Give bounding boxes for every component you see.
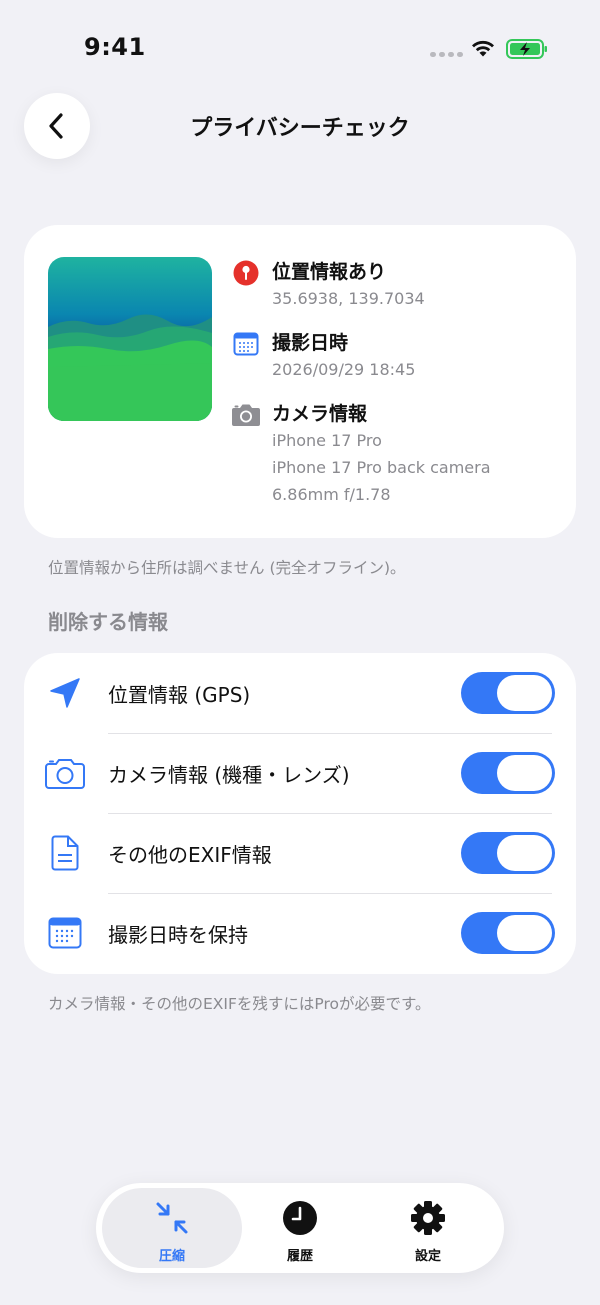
tab-label-compress: 圧縮 [158, 1249, 185, 1264]
clock-icon [282, 1200, 318, 1236]
camera-lens: iPhone 17 Pro back camera [272, 458, 491, 477]
calendar-icon [231, 330, 261, 358]
toggle-label-keep-datetime: 撮影日時を保持 [108, 923, 248, 947]
wifi-icon [472, 40, 494, 57]
cellular-signal-icon [430, 52, 463, 57]
gps-toggle[interactable] [461, 672, 555, 714]
compress-icon [154, 1200, 190, 1236]
camera-icon [231, 401, 261, 429]
toggle-label-camera: カメラ情報 (機種・レンズ) [108, 763, 350, 787]
toggle-row-keep-datetime: 撮影日時を保持 [24, 893, 576, 973]
metadata-card: 位置情報あり 35.6938, 139.7034 撮影日時 2026/09/29… [24, 225, 576, 538]
location-pin-icon [231, 259, 261, 287]
battery-charging-icon [506, 39, 547, 59]
exif-toggle[interactable] [461, 832, 555, 874]
status-time: 9:41 [84, 33, 146, 61]
remove-section-header: 削除する情報 [48, 610, 168, 634]
tab-label-settings: 設定 [414, 1249, 441, 1264]
tab-bar: 圧縮 履歴 設定 [96, 1183, 504, 1273]
camera-model: iPhone 17 Pro [272, 431, 382, 450]
keep-datetime-toggle[interactable] [461, 912, 555, 954]
camera-toggle[interactable] [461, 752, 555, 794]
document-icon [44, 833, 86, 873]
remove-options-card: 位置情報 (GPS) カメラ情報 (機種・レンズ) その他のEXIF情報 撮影日… [24, 653, 576, 974]
camera-specs: 6.86mm f/1.78 [272, 485, 391, 504]
gear-icon [410, 1200, 446, 1236]
photo-thumbnail[interactable] [48, 257, 212, 421]
tab-history[interactable]: 履歴 [230, 1188, 370, 1268]
camera-outline-icon [44, 753, 86, 793]
toggle-row-camera: カメラ情報 (機種・レンズ) [24, 733, 576, 813]
tab-compress[interactable]: 圧縮 [102, 1188, 242, 1268]
pro-note: カメラ情報・その他のEXIFを残すにはProが必要です。 [48, 995, 431, 1013]
tab-settings[interactable]: 設定 [358, 1188, 498, 1268]
calendar-icon [44, 913, 86, 953]
location-arrow-icon [44, 673, 86, 713]
toggle-label-exif: その他のEXIF情報 [108, 843, 272, 867]
toggle-row-gps: 位置情報 (GPS) [24, 653, 576, 733]
camera-title: カメラ情報 [272, 403, 368, 425]
toggle-label-gps: 位置情報 (GPS) [108, 683, 251, 707]
page-title: プライバシーチェック [190, 116, 410, 141]
offline-note: 位置情報から住所は調べません (完全オフライン)。 [48, 559, 406, 577]
location-coordinates: 35.6938, 139.7034 [272, 289, 425, 308]
datetime-title: 撮影日時 [272, 332, 349, 354]
tab-label-history: 履歴 [286, 1249, 313, 1264]
status-bar: 9:41 [0, 0, 600, 95]
toggle-row-exif: その他のEXIF情報 [24, 813, 576, 893]
location-title: 位置情報あり [272, 261, 387, 283]
datetime-value: 2026/09/29 18:45 [272, 360, 416, 379]
